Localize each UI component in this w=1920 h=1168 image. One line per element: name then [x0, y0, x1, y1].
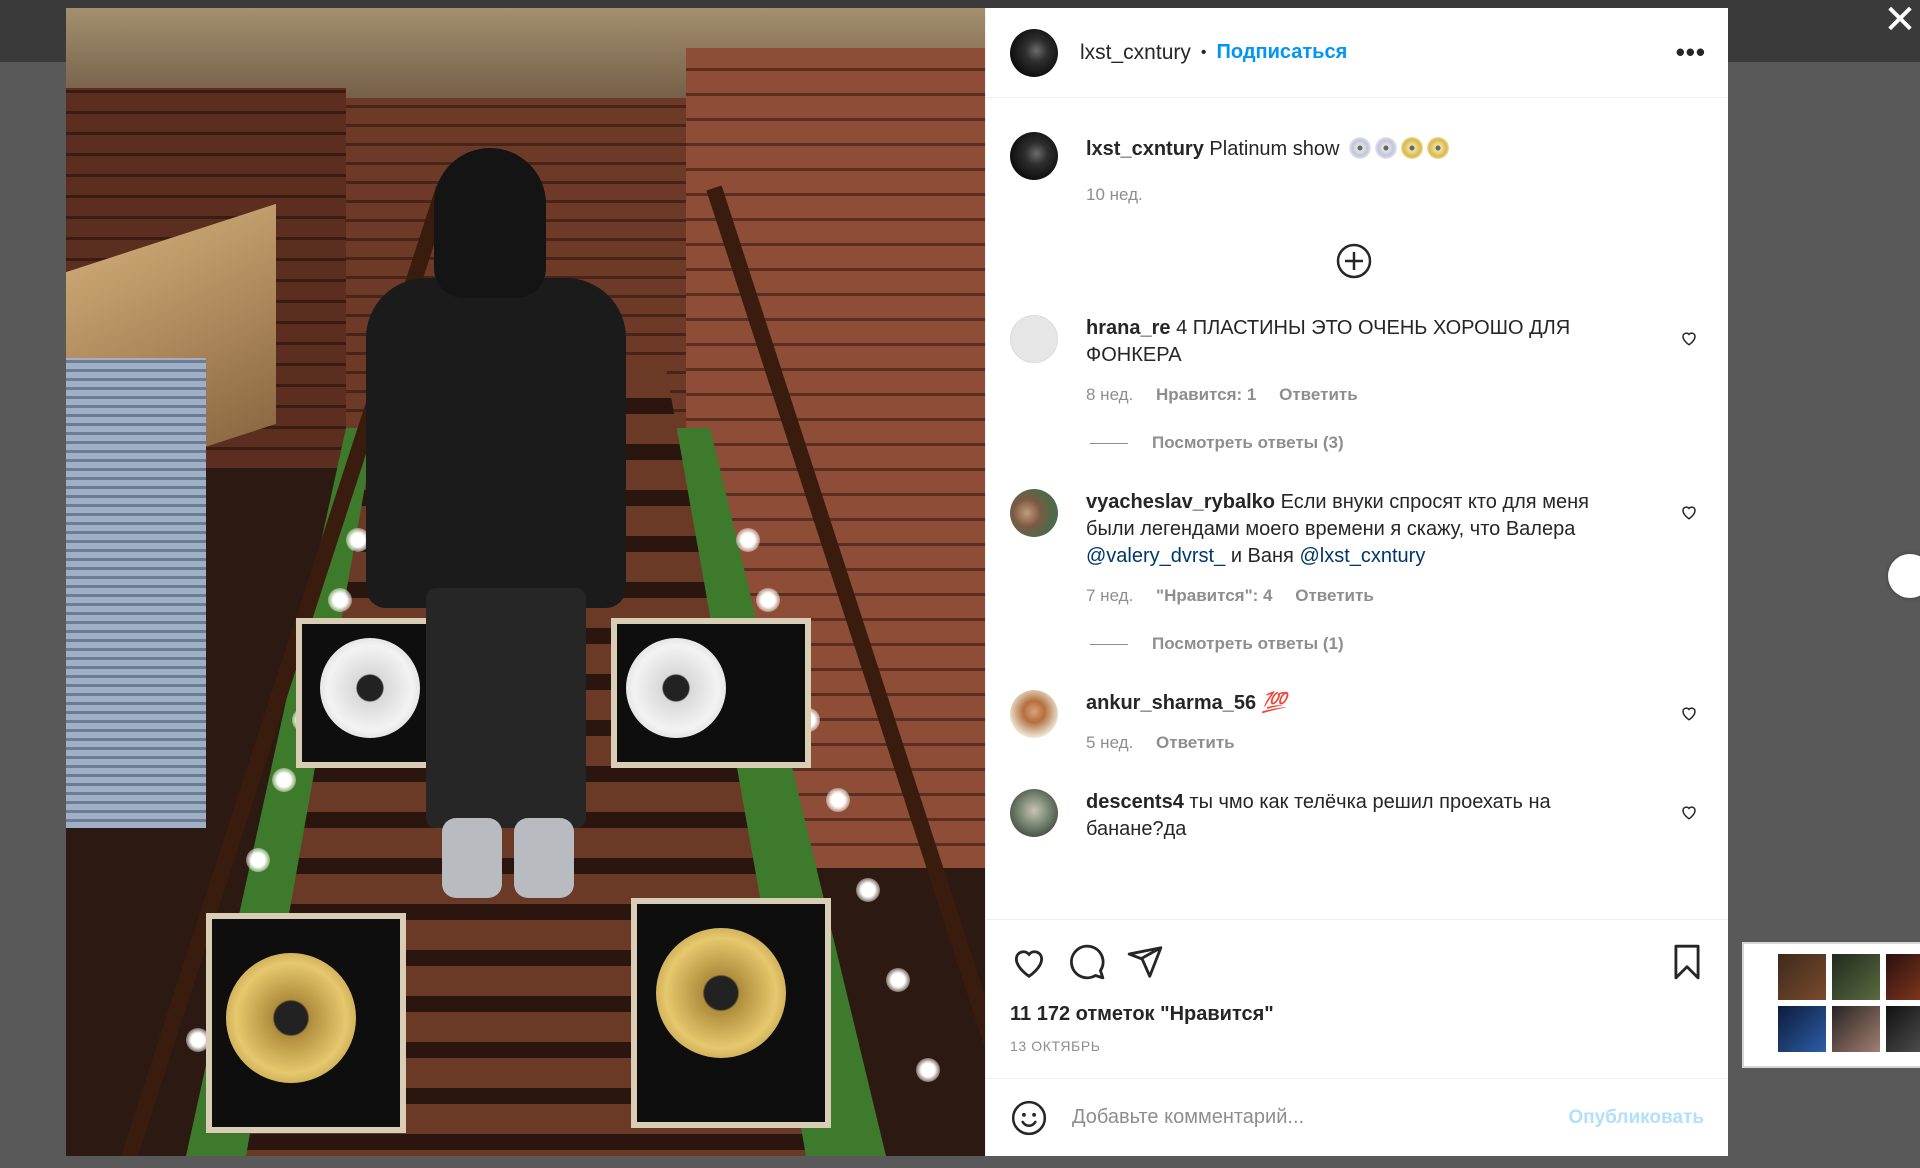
photo-person [366, 278, 626, 608]
mention-link[interactable]: @valery_dvrst_ [1086, 545, 1225, 567]
photo-light [916, 1058, 940, 1082]
comment-item: hrana_re 4 ПЛАСТИНЫ ЭТО ОЧЕНЬ ХОРОШО ДЛЯ… [1010, 315, 1698, 405]
author-avatar[interactable] [1010, 132, 1058, 180]
like-heart-icon[interactable] [1010, 943, 1048, 981]
cd-emoji [1401, 137, 1424, 159]
post-actions-bar [986, 919, 1728, 1003]
photo-light [856, 878, 880, 902]
load-more-comments-button[interactable] [1010, 243, 1698, 279]
photo-platinum-disc [626, 638, 726, 738]
post-header: lxst_cxntury • Подписаться ••• [986, 8, 1728, 98]
photo-sneaker [514, 818, 574, 898]
photo-gold-disc [656, 928, 786, 1058]
post-photo[interactable] [66, 8, 985, 1156]
reply-button[interactable]: Ответить [1295, 586, 1374, 605]
add-comment-bar: Опубликовать [986, 1078, 1728, 1156]
photo-light [328, 588, 352, 612]
comments-list[interactable]: lxst_cxntury Platinum show 10 нед. hrana… [986, 98, 1728, 919]
commenter-avatar[interactable] [1010, 315, 1058, 363]
view-replies-button[interactable]: Посмотреть ответы (3) [1090, 433, 1698, 453]
caption-timestamp[interactable]: 10 нед. [1086, 185, 1143, 204]
follow-button[interactable]: Подписаться [1216, 41, 1347, 64]
comment-likes[interactable]: Нравится: 1 [1156, 385, 1256, 404]
photo-person-legs [426, 588, 586, 828]
reply-button[interactable]: Ответить [1279, 385, 1358, 404]
post-date[interactable]: 13 ОКТЯБРЬ [986, 1026, 1728, 1054]
mention-link[interactable]: @lxst_cxntury [1299, 545, 1425, 567]
replies-divider [1090, 442, 1128, 444]
thumbnail-image [1778, 1006, 1826, 1052]
commenter-avatar[interactable] [1010, 789, 1058, 837]
comment-timestamp[interactable]: 5 нед. [1086, 733, 1133, 752]
like-heart-icon[interactable] [1680, 503, 1698, 521]
thumbnail-image [1778, 954, 1826, 1000]
post-side-panel: lxst_cxntury • Подписаться ••• lxst_cxnt… [985, 8, 1728, 1156]
photo-light [736, 528, 760, 552]
comment-item: ankur_sharma_56 💯 5 нед. Ответить [1010, 690, 1698, 753]
view-replies-label[interactable]: Посмотреть ответы (3) [1152, 433, 1344, 453]
hundred-emoji: 💯 [1261, 692, 1287, 714]
author-avatar[interactable] [1010, 28, 1058, 77]
comment-timestamp[interactable]: 7 нед. [1086, 586, 1133, 605]
photo-light [272, 768, 296, 792]
thumbnail-image [1832, 1006, 1880, 1052]
photo-light [886, 968, 910, 992]
more-options-icon[interactable]: ••• [1676, 37, 1706, 68]
author-username[interactable]: lxst_cxntury [1080, 41, 1191, 65]
view-replies-label[interactable]: Посмотреть ответы (1) [1152, 634, 1344, 654]
photo-light [826, 788, 850, 812]
photo-window-blinds [66, 358, 206, 828]
thumbnail-image [1886, 1006, 1920, 1052]
comment-username[interactable]: descents4 [1086, 791, 1184, 813]
like-heart-icon[interactable] [1680, 329, 1698, 347]
post-modal: lxst_cxntury • Подписаться ••• lxst_cxnt… [66, 8, 1728, 1156]
comment-input[interactable] [1072, 1106, 1569, 1129]
comment-username[interactable]: ankur_sharma_56 [1086, 692, 1256, 714]
photo-sneaker [442, 818, 502, 898]
cd-emoji [1427, 137, 1450, 159]
comment-text: и Ваня [1230, 545, 1294, 567]
like-heart-icon[interactable] [1680, 803, 1698, 821]
cd-emoji [1375, 137, 1398, 159]
commenter-avatar[interactable] [1010, 489, 1058, 537]
post-caption: lxst_cxntury Platinum show 10 нед. [1010, 132, 1698, 205]
cd-emoji [1349, 137, 1372, 159]
comment-item: vyacheslav_rybalko Если внуки спросят кт… [1010, 489, 1698, 606]
comment-username[interactable]: vyacheslav_rybalko [1086, 491, 1275, 513]
separator-dot: • [1200, 43, 1207, 61]
plus-circle-icon[interactable] [1336, 243, 1372, 279]
comment-bubble-icon[interactable] [1068, 943, 1106, 981]
background-thumbnail-preview [1742, 942, 1920, 1068]
photo-light [246, 848, 270, 872]
replies-divider [1090, 643, 1128, 645]
reply-button[interactable]: Ответить [1156, 733, 1235, 752]
comment-username[interactable]: hrana_re [1086, 317, 1171, 339]
bookmark-icon[interactable] [1670, 943, 1704, 981]
caption-text: Platinum show [1209, 138, 1340, 160]
comment-likes[interactable]: "Нравится": 4 [1156, 586, 1272, 605]
photo-person-hood [434, 148, 546, 298]
publish-button[interactable]: Опубликовать [1568, 1107, 1704, 1129]
close-icon[interactable]: ✕ [1880, 0, 1920, 40]
photo-gold-disc [226, 953, 356, 1083]
comment-item: descents4 ты чмо как телёчка решил проех… [1010, 789, 1698, 843]
thumbnail-image [1886, 954, 1920, 1000]
comment-timestamp[interactable]: 8 нед. [1086, 385, 1133, 404]
likes-count[interactable]: 11 172 отметок "Нравится" [986, 1003, 1728, 1026]
view-replies-button[interactable]: Посмотреть ответы (1) [1090, 634, 1698, 654]
commenter-avatar[interactable] [1010, 690, 1058, 738]
emoji-smiley-icon[interactable] [1010, 1099, 1048, 1137]
thumbnail-image [1832, 954, 1880, 1000]
caption-username[interactable]: lxst_cxntury [1086, 138, 1204, 160]
photo-platinum-disc [320, 638, 420, 738]
like-heart-icon[interactable] [1680, 704, 1698, 722]
share-paper-plane-icon[interactable] [1126, 943, 1164, 981]
photo-light [756, 588, 780, 612]
